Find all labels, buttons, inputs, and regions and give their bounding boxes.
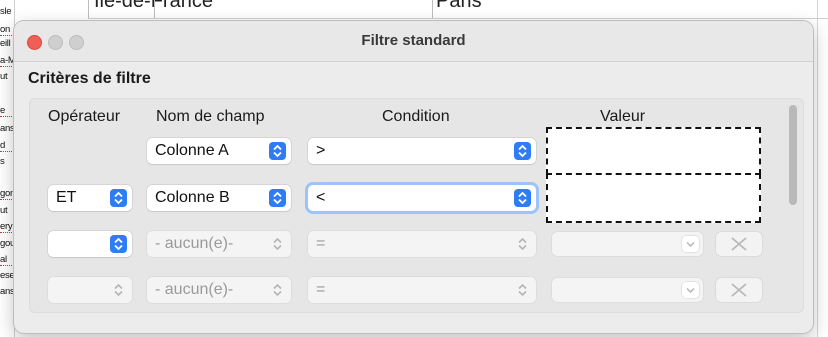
condition-select-label: =: [316, 235, 326, 252]
operator-select-label: ET: [56, 189, 77, 206]
stepper-icon: [269, 142, 286, 160]
value-combo-row3[interactable]: [552, 232, 703, 256]
row-fragment: ut: [0, 71, 8, 82]
row-fragment: ut: [0, 205, 8, 216]
sheet-gridline: [432, 0, 433, 18]
condition-select-row3[interactable]: =: [308, 231, 536, 257]
stepper-icon: [514, 142, 531, 160]
section-title: Critères de filtre: [28, 70, 151, 87]
row-fragment: d: [0, 140, 14, 152]
row-fragment: ese: [0, 270, 15, 281]
sheet-header-row: Île-de-France Paris: [88, 0, 828, 19]
sheet-cell-city: Paris: [436, 0, 482, 12]
row-fragment: ans: [0, 286, 15, 297]
field-select-row2[interactable]: Colonne B: [147, 185, 291, 211]
sheet-gridline: [154, 0, 155, 18]
scrollbar-thumb[interactable]: [789, 105, 797, 205]
stepper-icon: [110, 189, 127, 207]
field-select-label: Colonne B: [155, 189, 230, 206]
header-operator: Opérateur: [48, 108, 121, 125]
stepper-icon: [269, 235, 286, 253]
condition-select-label: <: [316, 189, 326, 206]
row-fragment: al: [0, 254, 14, 266]
condition-select-row2[interactable]: <: [308, 185, 536, 211]
condition-select-row4[interactable]: =: [308, 277, 536, 303]
stepper-icon: [110, 281, 127, 299]
standard-filter-dialog: Filtre standard Critères de filtre Opéra…: [14, 21, 813, 333]
remove-condition-button-row3[interactable]: [716, 232, 762, 256]
remove-icon: [731, 237, 747, 251]
sheet-gridline: [88, 0, 89, 18]
header-field-name: Nom de champ: [156, 108, 265, 125]
row-fragment: gon: [0, 188, 15, 200]
value-combo-row4[interactable]: [552, 278, 703, 302]
stepper-icon: [514, 281, 531, 299]
stepper-icon: [269, 281, 286, 299]
condition-select-label: =: [316, 281, 326, 298]
field-select-row1[interactable]: Colonne A: [147, 138, 291, 164]
row-fragment: on: [0, 24, 14, 36]
vertical-scrollbar[interactable]: [789, 105, 799, 227]
stepper-icon: [110, 235, 127, 253]
row-fragment: eill: [0, 38, 11, 49]
stepper-icon: [514, 189, 531, 207]
row-fragment: ery: [0, 221, 14, 233]
row-fragment: gou: [0, 238, 15, 249]
row-fragment: ans: [0, 123, 15, 134]
stepper-icon: [269, 189, 286, 207]
chevron-down-icon: [682, 282, 699, 298]
remove-icon: [731, 283, 747, 297]
header-condition: Condition: [382, 108, 450, 125]
remove-condition-button-row4[interactable]: [716, 278, 762, 302]
row-fragment: a-M: [0, 55, 15, 67]
field-select-label: Colonne A: [155, 142, 229, 159]
row-fragment: s: [0, 156, 5, 167]
condition-select-row1[interactable]: >: [308, 138, 536, 164]
operator-select-row2[interactable]: ET: [48, 185, 132, 211]
stepper-icon: [514, 235, 531, 253]
dialog-title: Filtre standard: [361, 32, 466, 49]
field-select-label: - aucun(e)-: [155, 281, 234, 298]
field-select-row3[interactable]: - aucun(e)-: [147, 231, 291, 257]
row-label-column: sle on eill a-M ut e ans d s gon ut ery …: [0, 0, 15, 337]
condition-select-label: >: [316, 142, 326, 159]
row-fragment: e: [0, 105, 14, 117]
field-select-row4[interactable]: - aucun(e)-: [147, 277, 291, 303]
row-fragment: sle: [0, 6, 12, 17]
chevron-down-icon: [682, 236, 699, 252]
value-input-row1[interactable]: [546, 127, 761, 175]
header-value: Valeur: [600, 108, 646, 125]
title-bar: Filtre standard: [14, 21, 813, 62]
sheet-right-edge: [817, 0, 828, 337]
operator-select-row3[interactable]: [48, 231, 132, 257]
operator-select-row4[interactable]: [48, 277, 132, 303]
value-input-row2[interactable]: [546, 173, 761, 223]
field-select-label: - aucun(e)-: [155, 235, 234, 252]
